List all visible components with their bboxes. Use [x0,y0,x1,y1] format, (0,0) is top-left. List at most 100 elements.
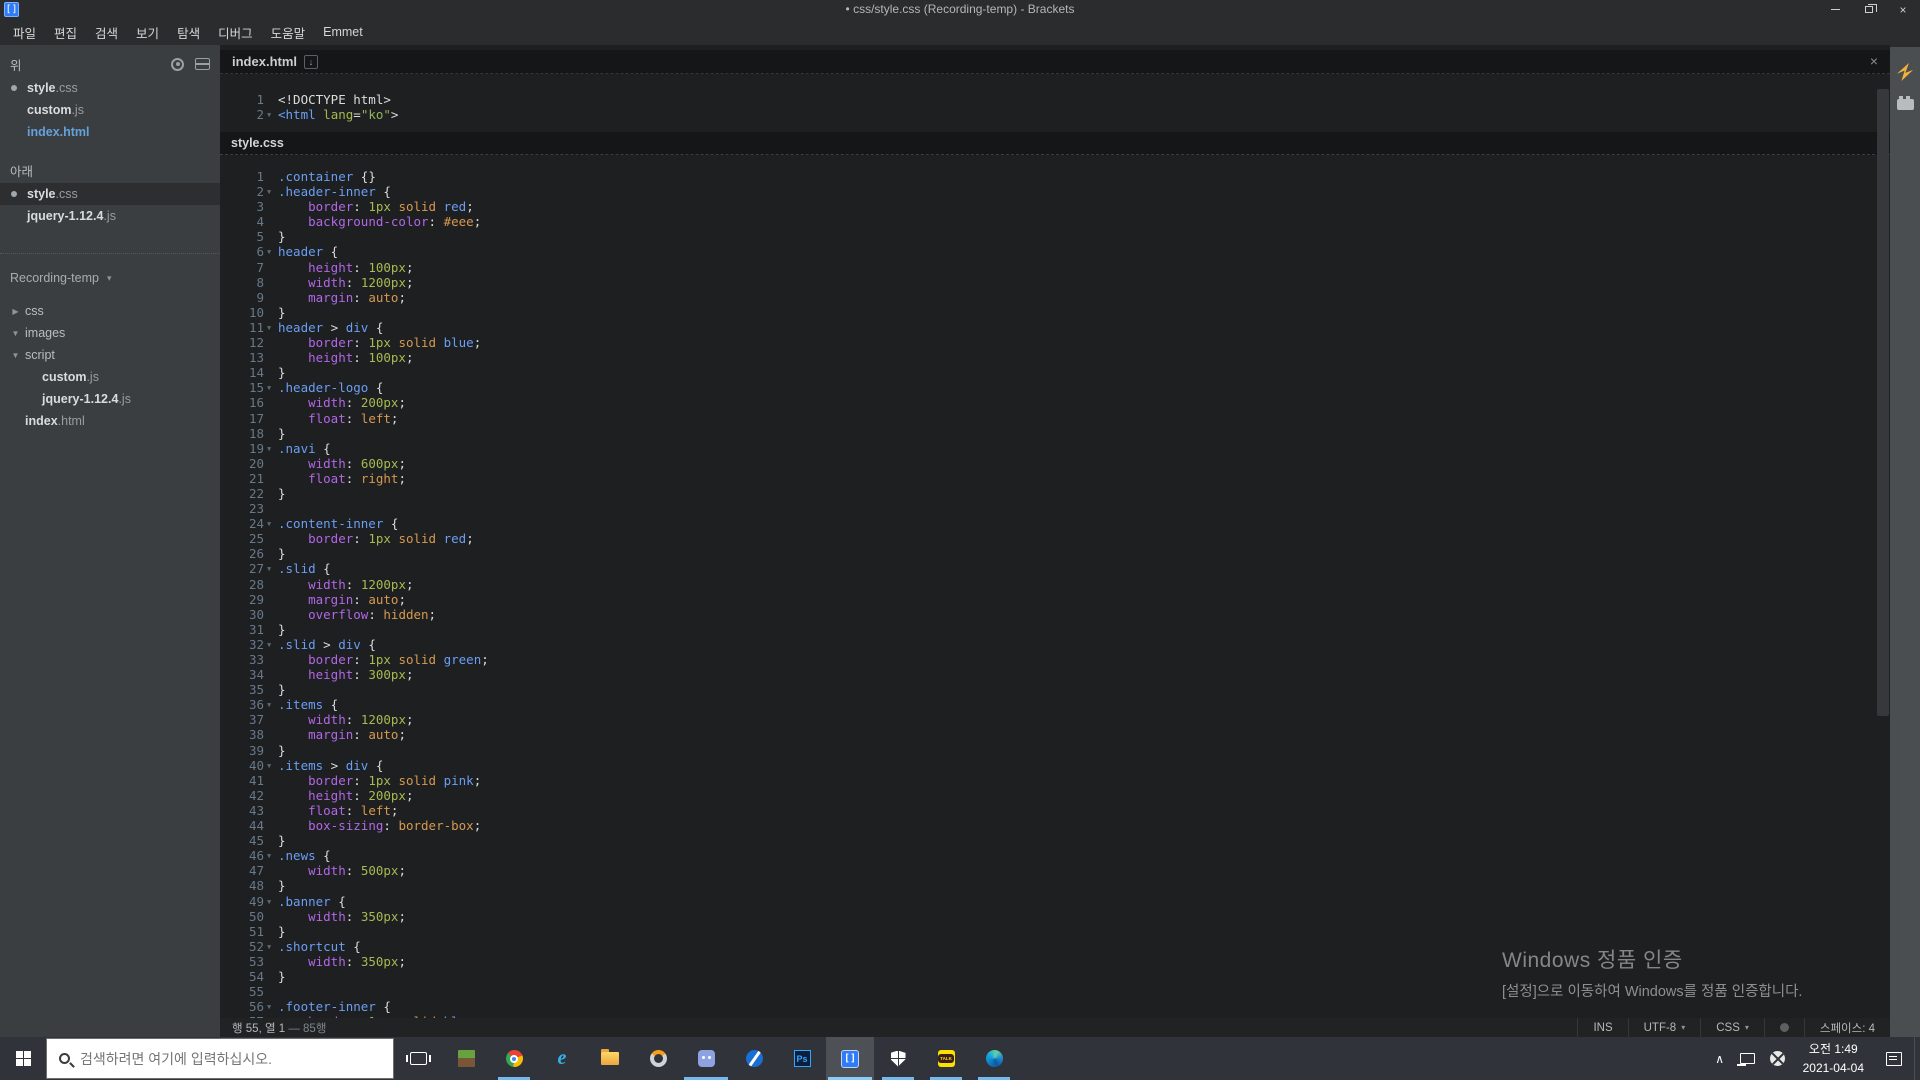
close-button[interactable]: × [1886,0,1920,19]
chevron-down-icon[interactable]: ▼ [10,351,21,360]
show-desktop-button[interactable] [1914,1037,1920,1080]
start-button[interactable] [0,1037,46,1080]
tree-folder-script[interactable]: ▼script [0,344,220,366]
code-line[interactable]: 44 box-sizing: border-box; [220,818,1890,833]
code-line[interactable]: 38 margin: auto; [220,727,1890,742]
minimize-button[interactable] [1818,0,1852,19]
code-line[interactable]: 28 width: 1200px; [220,577,1890,592]
code-line[interactable]: 24▼.content-inner { [220,516,1890,531]
code-line[interactable]: 26} [220,546,1890,561]
code-line[interactable]: 16 width: 200px; [220,395,1890,410]
taskbar-app-photoshop[interactable]: Ps [778,1037,826,1080]
code-line[interactable]: 3 border: 1px solid red; [220,199,1890,214]
menu-item[interactable]: 도움말 [262,19,315,46]
code-line[interactable]: 22} [220,486,1890,501]
code-line[interactable]: 13 height: 100px; [220,350,1890,365]
code-line[interactable]: 56▼.footer-inner { [220,999,1890,1014]
code-line[interactable]: 2▼.header-inner { [220,184,1890,199]
code-line[interactable]: 31} [220,622,1890,637]
code-line[interactable]: 4 background-color: #eee; [220,214,1890,229]
language-selector[interactable]: CSS ▾ [1700,1018,1764,1037]
code-line[interactable]: 9 margin: auto; [220,290,1890,305]
taskbar-app-defender[interactable] [874,1037,922,1080]
gear-icon[interactable] [171,58,184,71]
insert-mode-indicator[interactable]: INS [1577,1018,1627,1037]
menu-item[interactable]: 탐색 [168,19,209,46]
menu-item[interactable]: 파일 [4,19,45,46]
taskbar-app-battlenet[interactable] [730,1037,778,1080]
code-line[interactable]: 12 border: 1px solid blue; [220,335,1890,350]
code-line[interactable]: 8 width: 1200px; [220,275,1890,290]
code-line[interactable]: 49▼.banner { [220,894,1890,909]
project-dropdown[interactable]: Recording-temp ▾ [0,266,220,290]
chevron-right-icon[interactable]: ▶ [10,307,21,316]
lint-status[interactable] [1764,1018,1804,1037]
code-line[interactable]: 50 width: 350px; [220,909,1890,924]
taskbar-clock[interactable]: 오전 1:49 2021-04-04 [1793,1040,1874,1077]
action-center-icon[interactable] [1886,1052,1902,1066]
code-line[interactable]: 30 overflow: hidden; [220,607,1890,622]
code-line[interactable]: 5} [220,229,1890,244]
document-close-icon[interactable]: × [1870,53,1878,69]
code-line[interactable]: 46▼.news { [220,848,1890,863]
tree-folder-css[interactable]: ▶css [0,300,220,322]
taskbar-app-brackets[interactable]: [] [826,1037,874,1080]
tree-file-index.html[interactable]: index.html [0,410,220,432]
chevron-down-icon[interactable]: ▼ [10,329,21,338]
taskbar-app-overwatch[interactable] [634,1037,682,1080]
code-line[interactable]: 42 height: 200px; [220,788,1890,803]
search-input[interactable] [80,1051,370,1067]
taskbar-app-minecraft[interactable] [442,1037,490,1080]
menu-item[interactable]: Emmet [314,21,372,43]
working-file-item[interactable]: index.html [0,121,220,143]
code-line[interactable]: 15▼.header-logo { [220,380,1890,395]
taskbar-app-chrome[interactable] [490,1037,538,1080]
scroll-down-icon[interactable]: ↓ [304,55,318,69]
taskbar-app-kakaotalk[interactable]: TALK [922,1037,970,1080]
taskbar-app-edge[interactable] [970,1037,1018,1080]
code-line[interactable]: 27▼.slid { [220,561,1890,576]
editor-scrollbar[interactable] [1877,89,1889,716]
code-line[interactable]: 45} [220,833,1890,848]
code-line[interactable]: 39} [220,743,1890,758]
taskbar-app-explorer[interactable] [586,1037,634,1080]
code-line[interactable]: 43 float: left; [220,803,1890,818]
code-line[interactable]: 41 border: 1px solid pink; [220,773,1890,788]
code-line[interactable]: 23 [220,501,1890,516]
code-line[interactable]: 29 margin: auto; [220,592,1890,607]
code-line[interactable]: 21 float: right; [220,471,1890,486]
taskbar-app-discord[interactable] [682,1037,730,1080]
code-line[interactable]: 7 height: 100px; [220,260,1890,275]
code-line[interactable]: 2▼<html lang="ko"> [220,107,1890,122]
tray-expand-chevron-icon[interactable]: ∧ [1707,1052,1733,1066]
working-file-item[interactable]: jquery-1.12.4.js [0,205,220,227]
network-tray-icon[interactable] [1733,1037,1763,1080]
code-line[interactable]: 6▼header { [220,244,1890,259]
tree-file-jquery-1.12.4.js[interactable]: jquery-1.12.4.js [0,388,220,410]
code-line[interactable]: 17 float: left; [220,411,1890,426]
code-line[interactable]: 37 width: 1200px; [220,712,1890,727]
extension-manager-icon[interactable] [1897,99,1914,110]
split-view-icon[interactable] [195,58,210,70]
code-line[interactable]: 1<!DOCTYPE html> [220,92,1890,107]
code-line[interactable]: 40▼.items > div { [220,758,1890,773]
working-file-item[interactable]: style.css [0,77,220,99]
code-line[interactable]: 48} [220,878,1890,893]
code-line[interactable]: 33 border: 1px solid green; [220,652,1890,667]
tree-folder-images[interactable]: ▼images [0,322,220,344]
code-line[interactable]: 25 border: 1px solid red; [220,531,1890,546]
taskbar-app-ie[interactable]: e [538,1037,586,1080]
menu-item[interactable]: 검색 [86,19,127,46]
code-line[interactable]: 20 width: 600px; [220,456,1890,471]
code-line[interactable]: 1.container {} [220,169,1890,184]
code-line[interactable]: 32▼.slid > div { [220,637,1890,652]
menu-item[interactable]: 보기 [127,19,168,46]
code-line[interactable]: 11▼header > div { [220,320,1890,335]
task-view-button[interactable] [394,1037,442,1080]
menu-item[interactable]: 디버그 [209,19,262,46]
encoding-selector[interactable]: UTF-8 ▾ [1628,1018,1701,1037]
code-line[interactable]: 35} [220,682,1890,697]
working-file-item[interactable]: custom.js [0,99,220,121]
working-file-item[interactable]: style.css [0,183,220,205]
code-line[interactable]: 10} [220,305,1890,320]
